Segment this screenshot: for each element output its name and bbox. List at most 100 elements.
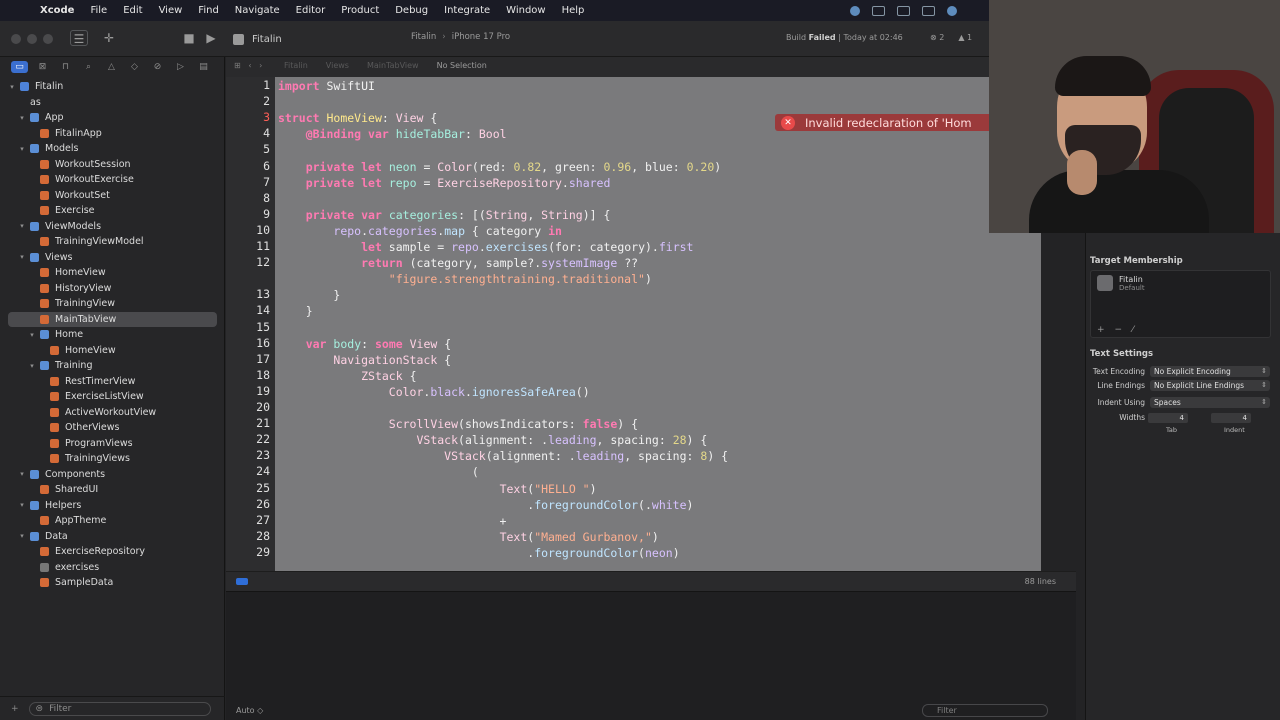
code-line[interactable]: .foregroundColor(neon) xyxy=(278,545,679,561)
file-item[interactable]: exercises xyxy=(8,560,217,575)
code-line[interactable]: NavigationStack { xyxy=(278,352,451,368)
line-number[interactable]: 26 xyxy=(230,497,270,511)
menu-view[interactable]: View xyxy=(159,5,183,16)
code-line[interactable]: } xyxy=(278,303,313,319)
code-line[interactable]: ZStack { xyxy=(278,368,416,384)
file-item[interactable]: TrainingViews xyxy=(8,451,217,466)
error-count[interactable]: ⊗ 2 xyxy=(930,33,944,42)
code-area[interactable]: 1 2 3 4 5 6 7 8 9 10 11 12 13 14 15 16 17 18 19 20 21 22 23 24 2… xyxy=(226,77,1041,571)
line-number[interactable]: 24 xyxy=(230,464,270,478)
code-line[interactable]: private var categories: [(String, String… xyxy=(278,207,611,223)
file-item[interactable]: WorkoutExercise xyxy=(8,172,217,187)
file-item[interactable]: SharedUI xyxy=(8,482,217,497)
line-number[interactable]: 22 xyxy=(230,432,270,446)
line-number[interactable]: 28 xyxy=(230,529,270,543)
line-number[interactable]: 5 xyxy=(230,142,270,156)
code-line[interactable]: ( xyxy=(278,464,479,480)
line-number[interactable]: 2 xyxy=(230,94,270,108)
code-line[interactable]: + xyxy=(278,513,507,529)
text-encoding-select[interactable]: No Explicit Encoding xyxy=(1150,366,1270,377)
debug-icon[interactable]: ⊘ xyxy=(149,61,166,73)
line-number[interactable]: 19 xyxy=(230,384,270,398)
menu-editor[interactable]: Editor xyxy=(296,5,326,16)
code-line[interactable]: let sample = repo.exercises(for: categor… xyxy=(278,239,693,255)
line-number[interactable]: 16 xyxy=(230,336,270,350)
file-item[interactable]: HomeView xyxy=(8,265,217,280)
line-number[interactable]: 10 xyxy=(230,223,270,237)
folder-icon[interactable]: ▭ xyxy=(11,61,28,73)
source-control-icon[interactable]: ⊠ xyxy=(34,61,51,73)
zoom-window-button[interactable] xyxy=(43,34,53,44)
status-icon-5[interactable] xyxy=(947,5,957,16)
line-number[interactable]: 17 xyxy=(230,352,270,366)
issue-counts[interactable]: ⊗ 2 ▲ 1 xyxy=(930,33,972,42)
sidebar-toggle-icon[interactable]: ☰ xyxy=(70,30,88,46)
code-line[interactable]: VStack(alignment: .leading, spacing: 8) … xyxy=(278,448,728,464)
line-number[interactable]: 6 xyxy=(230,159,270,173)
code-line[interactable]: Text("HELLO ") xyxy=(278,481,597,497)
file-item[interactable]: WorkoutSet xyxy=(8,188,217,203)
code-line[interactable]: repo.categories.map { category in xyxy=(278,223,562,239)
line-number[interactable]: 18 xyxy=(230,368,270,382)
line-number[interactable]: 12 xyxy=(230,255,270,269)
file-item[interactable]: TrainingView xyxy=(8,296,217,311)
variables-scope-selector[interactable]: Auto ◇ xyxy=(236,706,263,715)
menu-file[interactable]: File xyxy=(90,5,107,16)
status-icon-4[interactable] xyxy=(922,5,935,16)
file-item[interactable]: AppTheme xyxy=(8,513,217,528)
breadcrumb-folder[interactable]: Views xyxy=(326,61,349,70)
code-line[interactable]: @Binding var hideTabBar: Bool xyxy=(278,126,507,142)
line-number[interactable]: 27 xyxy=(230,513,270,527)
line-number[interactable]: 8 xyxy=(230,191,270,205)
line-number[interactable]: 14 xyxy=(230,303,270,317)
disclosure-icon[interactable]: ▾ xyxy=(18,253,26,261)
indent-using-select[interactable]: Spaces xyxy=(1150,397,1270,408)
folder-item[interactable]: ▾ Helpers xyxy=(8,498,217,513)
folder-item[interactable]: ▾ Home xyxy=(8,327,217,342)
breakpoint-icon[interactable]: ▷ xyxy=(172,61,189,73)
file-item[interactable]: HistoryView xyxy=(8,281,217,296)
menu-window[interactable]: Window xyxy=(506,5,545,16)
file-item[interactable]: ExerciseListView xyxy=(8,389,217,404)
file-item[interactable]: ActiveWorkoutView xyxy=(8,405,217,420)
code-line[interactable]: "figure.strengthtraining.traditional") xyxy=(278,271,652,287)
folder-item[interactable]: ▾ Models xyxy=(8,141,217,156)
disclosure-icon[interactable]: ▾ xyxy=(18,470,26,478)
code-line[interactable]: var body: some View { xyxy=(278,336,451,352)
line-number[interactable]: 13 xyxy=(230,287,270,301)
code-line[interactable]: VStack(alignment: .leading, spacing: 28)… xyxy=(278,432,707,448)
code-line[interactable]: return (category, sample?.systemImage ?? xyxy=(278,255,638,271)
line-number[interactable]: 15 xyxy=(230,320,270,334)
target-item[interactable]: Fitalin Default xyxy=(1097,275,1145,292)
issue-icon[interactable]: △ xyxy=(103,61,120,73)
disclosure-icon[interactable]: ▾ xyxy=(28,362,36,370)
menu-navigate[interactable]: Navigate xyxy=(235,5,280,16)
folder-item[interactable]: ▾ Views xyxy=(8,250,217,265)
status-icon-3[interactable] xyxy=(897,5,910,16)
breadcrumb-project[interactable]: Fitalin xyxy=(284,61,308,70)
test-icon[interactable]: ◇ xyxy=(126,61,143,73)
line-number[interactable]: 7 xyxy=(230,175,270,189)
line-number[interactable]: 20 xyxy=(230,400,270,414)
menu-find[interactable]: Find xyxy=(198,5,219,16)
file-item[interactable]: TrainingViewModel xyxy=(8,234,217,249)
code-line[interactable]: private let neon = Color(red: 0.82, gree… xyxy=(278,159,722,175)
code-line[interactable]: Text("Mamed Gurbanov,") xyxy=(278,529,659,545)
line-number[interactable]: 21 xyxy=(230,416,270,430)
code-line[interactable]: struct HomeView: View { xyxy=(278,110,437,126)
code-line[interactable]: import SwiftUI xyxy=(278,78,375,94)
folder-item[interactable]: ▾ Components xyxy=(8,467,217,482)
edit-target-icon[interactable]: ⁄ xyxy=(1132,325,1134,335)
find-icon[interactable]: ⌕ xyxy=(80,61,97,73)
disclosure-icon[interactable]: ▾ xyxy=(18,501,26,509)
remove-target-icon[interactable]: − xyxy=(1115,325,1123,335)
indent-width-field[interactable]: 4 xyxy=(1211,413,1251,423)
breadcrumb-file[interactable]: MainTabView xyxy=(367,61,419,70)
line-number[interactable]: 23 xyxy=(230,448,270,462)
status-icon-2[interactable] xyxy=(872,5,885,16)
line-number[interactable]: 25 xyxy=(230,481,270,495)
line-number[interactable]: 3 xyxy=(230,110,270,124)
menu-edit[interactable]: Edit xyxy=(123,5,142,16)
tab-width-field[interactable]: 4 xyxy=(1148,413,1188,423)
folder-item[interactable]: ▾ App xyxy=(8,110,217,125)
